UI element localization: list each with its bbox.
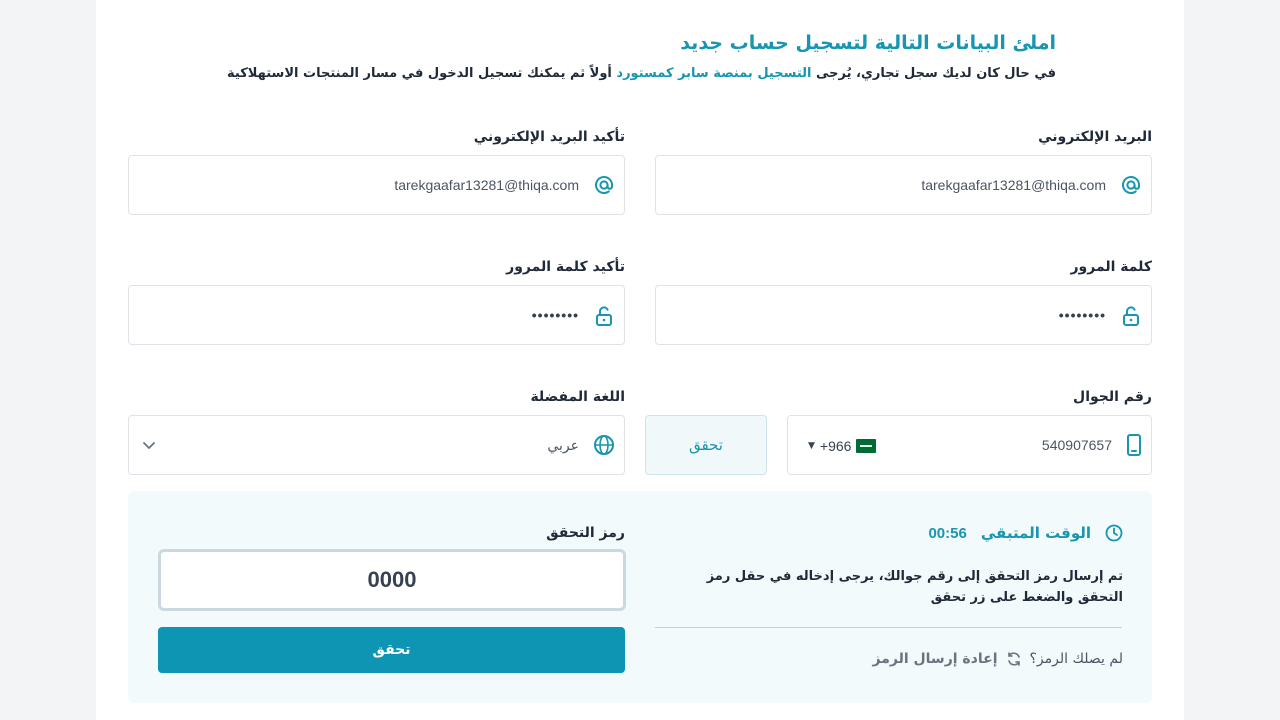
password-field[interactable]: •••••••• xyxy=(655,285,1152,345)
otp-divider xyxy=(655,627,1122,628)
at-icon xyxy=(592,173,616,197)
phone-icon xyxy=(1122,433,1146,457)
password-confirm-label: تأكيد كلمة المرور xyxy=(506,259,625,275)
resend-question: لم يصلك الرمز؟ xyxy=(1029,651,1124,667)
subtitle-text-start: في حال كان لديك سجل تجاري، يُرجى xyxy=(816,66,1056,81)
country-code: +966 xyxy=(819,438,852,454)
subtitle-text-end: أولاً ثم يمكنك تسجيل الدخول في مسار المن… xyxy=(227,66,612,81)
saudi-flag-icon xyxy=(856,439,877,453)
page-subtitle: في حال كان لديك سجل تجاري، يُرجى التسجيل… xyxy=(227,66,1056,81)
otp-panel: الوقت المتبقي 00:56 تم إرسال رمز التحقق … xyxy=(128,491,1152,703)
mobile-value: 540907657 xyxy=(1041,437,1112,453)
verify-mobile-button[interactable]: تحقق xyxy=(645,415,767,475)
email-confirm-label: تأكيد البريد الإلكتروني xyxy=(473,129,625,145)
otp-code-input[interactable] xyxy=(158,549,626,611)
mobile-label: رقم الجوال xyxy=(1073,389,1152,405)
saber-registration-link[interactable]: التسجيل بمنصة سابر كمستورد xyxy=(616,66,811,81)
refresh-icon[interactable] xyxy=(1006,651,1022,667)
password-value: •••••••• xyxy=(1058,307,1106,323)
email-label: البريد الإلكتروني xyxy=(1038,129,1152,145)
language-select[interactable]: عربي xyxy=(128,415,625,475)
country-code-selector[interactable]: ▼ +966 xyxy=(808,438,877,454)
registration-card: املئ البيانات التالية لتسجيل حساب جديد ف… xyxy=(96,0,1184,720)
otp-code-label: رمز التحقق xyxy=(546,525,625,541)
lock-icon xyxy=(1119,304,1143,328)
language-value: عربي xyxy=(547,437,579,453)
email-field[interactable]: tarekgaafar13281@thiqa.com xyxy=(655,155,1152,215)
clock-icon xyxy=(1105,524,1123,542)
otp-verify-button[interactable]: تحقق xyxy=(158,627,625,673)
at-icon xyxy=(1119,173,1143,197)
globe-icon xyxy=(592,433,616,457)
email-value: tarekgaafar13281@thiqa.com xyxy=(921,177,1106,193)
timer-value: 00:56 xyxy=(928,524,967,542)
password-confirm-value: •••••••• xyxy=(531,307,579,323)
email-confirm-value: tarekgaafar13281@thiqa.com xyxy=(394,177,579,193)
page-title: املئ البيانات التالية لتسجيل حساب جديد xyxy=(680,32,1056,54)
otp-message: تم إرسال رمز التحقق إلى رقم جوالك، يرجى … xyxy=(706,569,1123,605)
mobile-field[interactable]: 540907657 ▼ +966 xyxy=(787,415,1152,475)
password-label: كلمة المرور xyxy=(1070,259,1152,275)
chevron-down-icon xyxy=(137,434,161,458)
language-label: اللغة المفضلة xyxy=(530,389,625,405)
lock-icon xyxy=(592,304,616,328)
timer-label: الوقت المتبقي xyxy=(980,524,1091,542)
password-confirm-field[interactable]: •••••••• xyxy=(128,285,625,345)
resend-code-link[interactable]: إعادة إرسال الرمز xyxy=(873,651,998,667)
resend-row: لم يصلك الرمز؟ إعادة إرسال الرمز xyxy=(873,651,1124,667)
timer-row: الوقت المتبقي 00:56 xyxy=(928,524,1123,542)
email-confirm-field[interactable]: tarekgaafar13281@thiqa.com xyxy=(128,155,625,215)
caret-down-icon: ▼ xyxy=(808,441,815,451)
